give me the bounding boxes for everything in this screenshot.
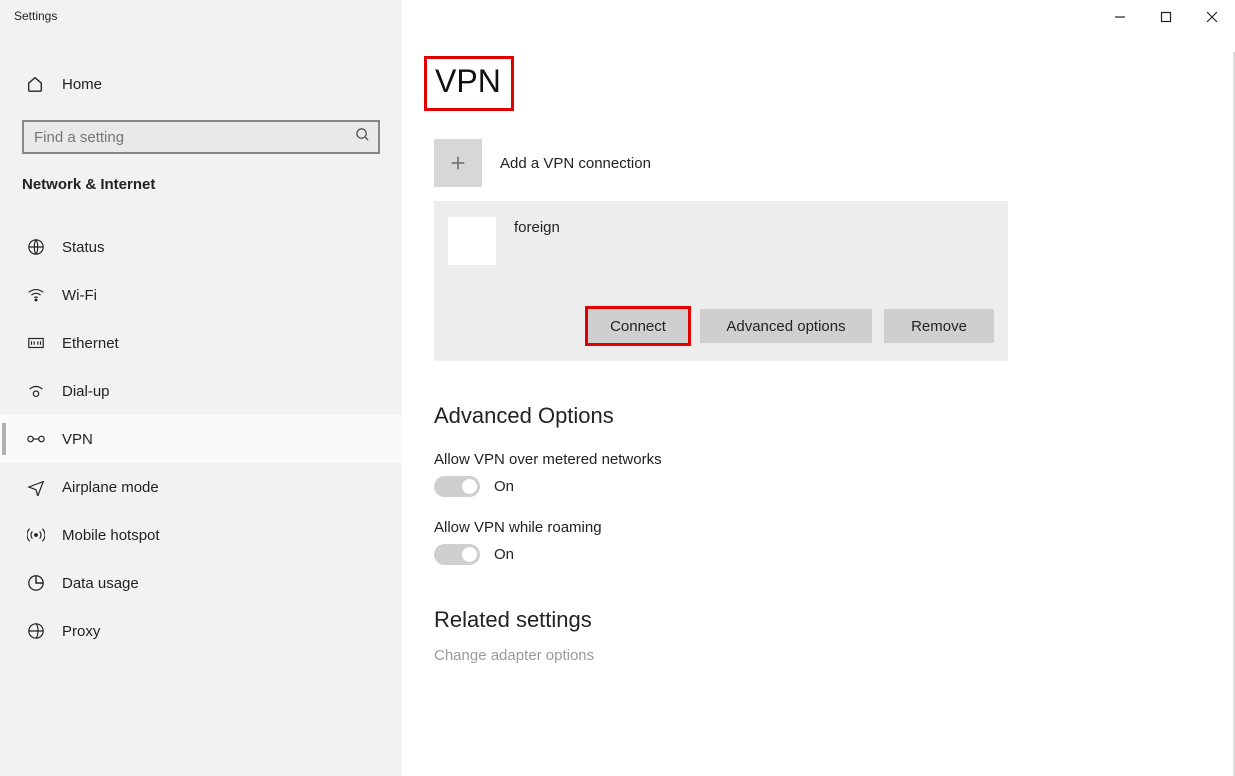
metered-state: On xyxy=(494,478,514,495)
sidebar-item-hotspot[interactable]: Mobile hotspot xyxy=(0,511,402,559)
data-usage-icon xyxy=(24,574,48,592)
plus-icon xyxy=(434,139,482,187)
main-content: VPN Add a VPN connection foreign Connect… xyxy=(402,0,1235,776)
advanced-options-button[interactable]: Advanced options xyxy=(700,309,872,343)
vpn-connection-icon xyxy=(448,217,496,265)
sidebar-item-data-usage[interactable]: Data usage xyxy=(0,559,402,607)
metered-toggle[interactable] xyxy=(434,476,480,497)
search-input[interactable] xyxy=(22,120,380,154)
connect-button[interactable]: Connect xyxy=(588,309,688,343)
proxy-icon xyxy=(24,622,48,640)
remove-button[interactable]: Remove xyxy=(884,309,994,343)
page-title-highlight: VPN xyxy=(424,56,514,111)
vpn-icon xyxy=(24,432,48,446)
search-icon xyxy=(355,127,370,147)
sidebar-item-label: VPN xyxy=(62,431,93,448)
hotspot-icon xyxy=(24,526,48,544)
sidebar-item-airplane[interactable]: Airplane mode xyxy=(0,463,402,511)
wifi-icon xyxy=(24,286,48,304)
change-adapter-link[interactable]: Change adapter options xyxy=(434,647,594,664)
metered-label: Allow VPN over metered networks xyxy=(434,451,1235,468)
vpn-connection-card[interactable]: foreign Connect Advanced options Remove xyxy=(434,201,1008,361)
home-icon xyxy=(24,75,46,93)
dialup-icon xyxy=(24,382,48,400)
sidebar-item-dialup[interactable]: Dial-up xyxy=(0,367,402,415)
minimize-button[interactable] xyxy=(1097,2,1143,32)
add-vpn-label: Add a VPN connection xyxy=(500,155,651,172)
sidebar-item-proxy[interactable]: Proxy xyxy=(0,607,402,655)
sidebar: Settings Home Network & Internet xyxy=(0,0,402,776)
sidebar-item-ethernet[interactable]: Ethernet xyxy=(0,319,402,367)
close-button[interactable] xyxy=(1189,2,1235,32)
sidebar-item-home[interactable]: Home xyxy=(0,62,402,106)
ethernet-icon xyxy=(24,335,48,351)
airplane-icon xyxy=(24,478,48,496)
window-title: Settings xyxy=(0,9,57,23)
sidebar-item-label: Dial-up xyxy=(62,383,110,400)
add-vpn-row[interactable]: Add a VPN connection xyxy=(434,139,1235,187)
sidebar-item-wifi[interactable]: Wi-Fi xyxy=(0,271,402,319)
sidebar-item-vpn[interactable]: VPN xyxy=(0,415,402,463)
sidebar-item-label: Airplane mode xyxy=(62,479,159,496)
sidebar-item-label: Mobile hotspot xyxy=(62,527,160,544)
vpn-connection-name: foreign xyxy=(514,217,560,236)
sidebar-group-header: Network & Internet xyxy=(0,154,402,203)
search-box[interactable] xyxy=(22,120,380,154)
sidebar-item-label: Ethernet xyxy=(62,335,119,352)
roaming-toggle[interactable] xyxy=(434,544,480,565)
sidebar-item-label: Data usage xyxy=(62,575,139,592)
globe-icon xyxy=(24,238,48,256)
home-label: Home xyxy=(62,76,102,93)
roaming-label: Allow VPN while roaming xyxy=(434,519,1235,536)
page-title: VPN xyxy=(435,63,501,100)
advanced-options-header: Advanced Options xyxy=(434,403,1235,429)
sidebar-item-label: Status xyxy=(62,239,105,256)
sidebar-item-label: Wi-Fi xyxy=(62,287,97,304)
maximize-button[interactable] xyxy=(1143,2,1189,32)
sidebar-item-label: Proxy xyxy=(62,623,100,640)
related-settings-header: Related settings xyxy=(434,607,1235,633)
sidebar-item-status[interactable]: Status xyxy=(0,223,402,271)
roaming-state: On xyxy=(494,546,514,563)
